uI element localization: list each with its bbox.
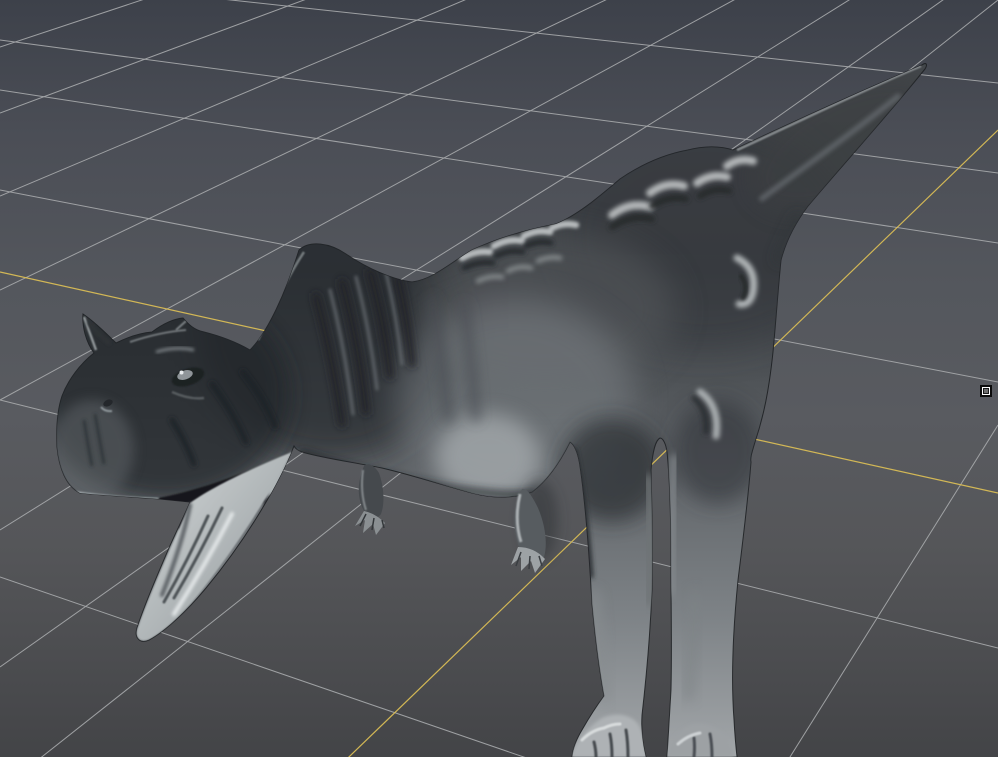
component-handle[interactable] [980, 385, 992, 397]
dinosaur-model[interactable] [40, 47, 964, 757]
near-arm [355, 464, 385, 535]
chest-highlight [436, 414, 540, 502]
eye-glint [179, 370, 184, 375]
scene-svg [0, 0, 998, 757]
viewport-3d[interactable] [0, 0, 998, 757]
grid-line [0, 0, 306, 114]
grid-line [226, 0, 998, 84]
grid-line [0, 0, 144, 48]
component-handle-center [983, 388, 989, 394]
